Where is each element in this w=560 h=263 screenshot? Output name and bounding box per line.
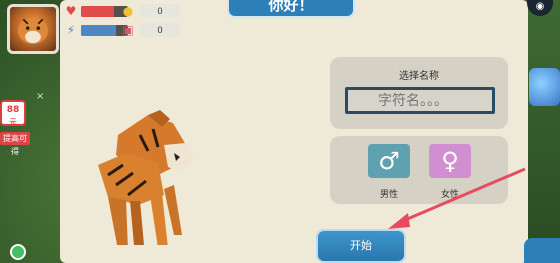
energy-row: ⚡: [64, 23, 128, 37]
name-card: 选择名称: [330, 57, 508, 129]
health-row: ♥: [64, 4, 128, 18]
name-input[interactable]: [345, 87, 495, 114]
right-button-edge[interactable]: [524, 238, 560, 263]
lightning-icon: ⚡: [66, 23, 76, 37]
tiger-model[interactable]: [78, 105, 206, 253]
coin-row: ● 0: [121, 4, 181, 18]
promo-badge[interactable]: 88 元: [0, 100, 26, 126]
tiger-avatar[interactable]: [7, 4, 59, 54]
promo-unit: 元: [9, 118, 17, 126]
meat-count: 0: [139, 23, 181, 37]
promo-amount: 88: [6, 105, 20, 115]
pointer-arrow: [388, 167, 526, 229]
name-label: 选择名称: [399, 71, 439, 82]
shark-ad-icon[interactable]: [529, 68, 560, 106]
meat-row: ▣ 0: [121, 23, 181, 37]
heart-icon: ♥: [65, 4, 77, 18]
meat-icon: ▣: [122, 23, 134, 37]
android-icon[interactable]: [10, 244, 26, 260]
coin-icon: ●: [122, 4, 134, 18]
close-icon[interactable]: ×: [36, 91, 44, 102]
coin-count: 0: [139, 4, 181, 18]
page-title: 你好！: [227, 0, 355, 18]
promo-caption: 提高可得: [0, 132, 30, 156]
